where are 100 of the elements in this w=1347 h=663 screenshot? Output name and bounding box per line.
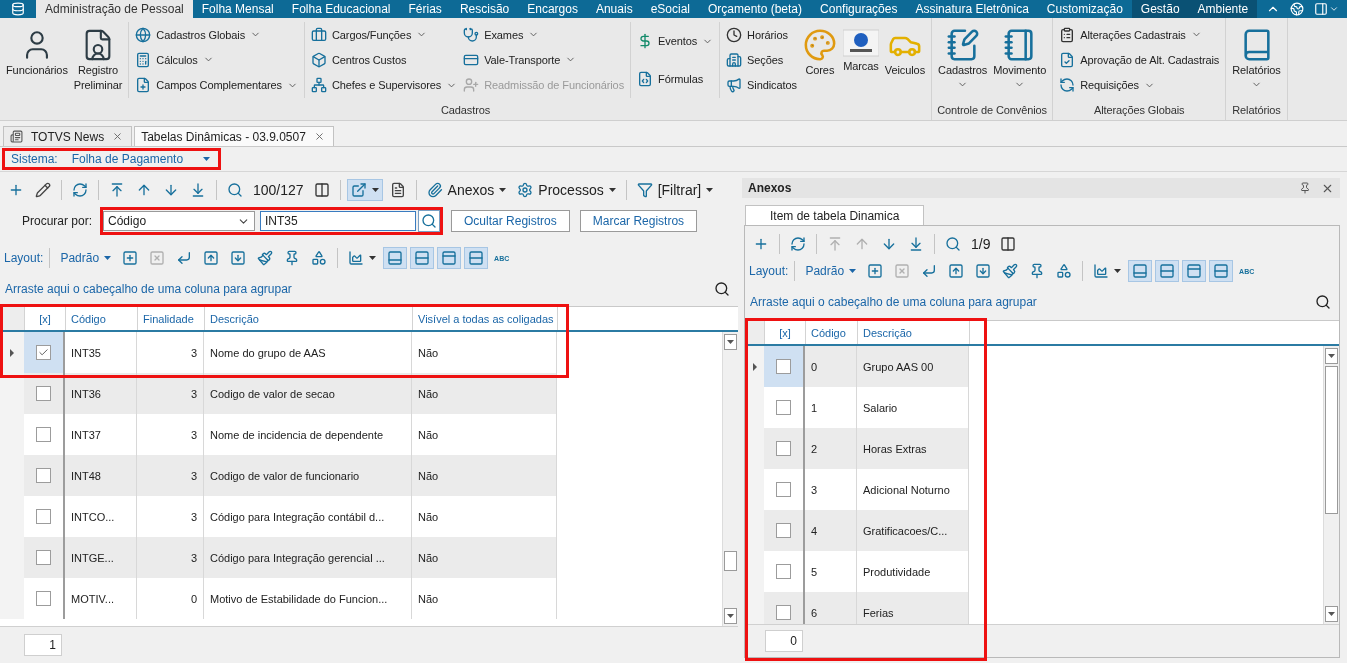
checkbox[interactable] bbox=[776, 359, 791, 374]
system-selector[interactable]: Sistema: Folha de Pagamento bbox=[5, 151, 219, 167]
ribbon-menu-item[interactable]: Cálculos bbox=[135, 49, 298, 71]
caret-icon bbox=[849, 269, 857, 273]
layout-dropdown[interactable]: Padrão bbox=[56, 247, 116, 269]
table-cell: Ferias bbox=[857, 592, 969, 624]
column-header[interactable]: Descrição bbox=[205, 307, 413, 330]
ribbon-button[interactable]: Veiculos bbox=[882, 22, 928, 98]
table-cell: Não bbox=[412, 537, 557, 578]
first-record-icon bbox=[827, 236, 843, 252]
checkbox[interactable] bbox=[36, 345, 51, 360]
scroll-up-button[interactable] bbox=[1325, 348, 1338, 364]
checkbox[interactable] bbox=[776, 523, 791, 538]
ribbon-menu-item[interactable]: Requisições bbox=[1059, 74, 1220, 97]
caret-icon bbox=[706, 188, 714, 192]
checkbox[interactable] bbox=[36, 591, 51, 606]
scroll-down-button[interactable] bbox=[1325, 606, 1338, 622]
menu-tab[interactable]: eSocial bbox=[641, 0, 699, 18]
checkbox[interactable] bbox=[776, 482, 791, 497]
column-header[interactable]: Código bbox=[66, 307, 138, 330]
panel-tab[interactable]: Item de tabela Dinamica bbox=[745, 205, 925, 225]
checkbox[interactable] bbox=[36, 509, 51, 524]
document-tab[interactable]: TOTVS News bbox=[3, 126, 133, 146]
checkbox[interactable] bbox=[36, 427, 51, 442]
menu-tab[interactable]: Folha Educacional bbox=[282, 0, 400, 18]
menu-tab[interactable]: Assinatura Eletrônica bbox=[906, 0, 1038, 18]
ribbon-menu-item[interactable]: Horários bbox=[726, 23, 797, 46]
ribbon-button[interactable]: Movimento bbox=[991, 22, 1049, 98]
menu-tab[interactable]: Ambiente bbox=[1188, 0, 1258, 18]
caret-icon bbox=[727, 614, 734, 618]
pin-icon bbox=[1299, 181, 1311, 194]
checkbox[interactable] bbox=[36, 386, 51, 401]
table-cell: Codigo de valor de secao bbox=[204, 373, 412, 414]
toolbar-button[interactable] bbox=[346, 179, 383, 201]
checkbox[interactable] bbox=[36, 468, 51, 483]
action-button[interactable]: Ocultar Registros bbox=[451, 210, 570, 232]
menu-button[interactable]: Anexos bbox=[422, 179, 511, 201]
checkbox[interactable] bbox=[36, 550, 51, 565]
search-input[interactable]: INT35 bbox=[260, 211, 417, 231]
menu-tab[interactable]: Anuais bbox=[586, 0, 642, 18]
menu-tab[interactable]: Customização bbox=[1037, 0, 1132, 18]
column-header[interactable]: Finalidade bbox=[138, 307, 205, 330]
menu-tab[interactable]: Configurações bbox=[811, 0, 907, 18]
table-cell: Codigo de valor de funcionario bbox=[204, 455, 412, 496]
search-icon bbox=[421, 213, 438, 229]
ribbon-menu-item[interactable]: Campos Complementares bbox=[135, 74, 298, 97]
checkbox[interactable] bbox=[776, 441, 791, 456]
column-header[interactable]: Visível a todas as coligadas bbox=[413, 307, 558, 330]
scroll-thumb[interactable] bbox=[1325, 366, 1338, 514]
search-field-selector[interactable]: Código bbox=[103, 211, 256, 231]
scroll-up-button[interactable] bbox=[724, 334, 737, 350]
menu-tab[interactable]: Orçamento (beta) bbox=[699, 0, 812, 18]
ribbon-menu-item[interactable]: Seções bbox=[726, 49, 797, 71]
column-header[interactable]: Descrição bbox=[858, 321, 970, 344]
ribbon-menu-item[interactable]: Eventos bbox=[637, 30, 714, 52]
column-header[interactable]: [x] bbox=[765, 321, 806, 344]
document-tab[interactable]: Tabelas Dinâmicas - 03.9.0507 bbox=[134, 126, 334, 146]
rows-icon bbox=[1159, 263, 1176, 279]
ribbon-menu-item[interactable]: Sindicatos bbox=[726, 74, 797, 97]
menu-tab[interactable]: Férias bbox=[399, 0, 451, 18]
ribbon-menu-item[interactable]: Cadastros Globais bbox=[135, 23, 298, 46]
layout-dropdown[interactable]: Padrão bbox=[801, 260, 861, 282]
ribbon-button[interactable]: Registro Preliminar bbox=[71, 22, 125, 98]
menu-tab[interactable]: Rescisão bbox=[450, 0, 519, 18]
column-header[interactable]: [x] bbox=[25, 307, 66, 330]
menu-tab[interactable]: Folha Mensal bbox=[192, 0, 283, 18]
ribbon-button[interactable]: Funcionários bbox=[4, 22, 70, 98]
record-counter: 100/127 bbox=[252, 182, 305, 198]
ribbon-button[interactable]: Marcas bbox=[840, 22, 881, 98]
menu-button[interactable]: [Filtrar] bbox=[632, 179, 718, 201]
ribbon-button[interactable]: Cores bbox=[800, 22, 839, 98]
menu-button[interactable]: Processos bbox=[513, 179, 620, 201]
scroll-down-button[interactable] bbox=[724, 608, 737, 624]
menu-tab[interactable]: Administração de Pessoal bbox=[36, 0, 193, 18]
scroll-thumb[interactable] bbox=[724, 551, 737, 572]
checkbox[interactable] bbox=[776, 400, 791, 415]
menu-tab[interactable]: Encargos bbox=[518, 0, 587, 18]
square-down-icon bbox=[230, 250, 247, 266]
plus-icon bbox=[753, 236, 769, 252]
help-button[interactable] bbox=[1290, 2, 1304, 16]
ribbon-menu-item[interactable]: Cargos/Funções bbox=[311, 23, 458, 46]
ribbon-menu-item[interactable]: Fórmulas bbox=[637, 68, 714, 90]
search-label: Procurar por: bbox=[22, 214, 93, 228]
menu-tab[interactable]: Gestão bbox=[1131, 0, 1189, 18]
ribbon-button[interactable]: Cadastros bbox=[936, 22, 990, 98]
column-header[interactable]: Código bbox=[806, 321, 858, 344]
layout-button[interactable] bbox=[1314, 2, 1339, 16]
list-document-icon bbox=[1059, 26, 1076, 43]
ribbon-menu-item[interactable]: Chefes e Supervisores bbox=[311, 74, 458, 97]
ribbon-menu-item[interactable]: Vale-Transporte bbox=[463, 49, 625, 71]
checkbox[interactable] bbox=[776, 564, 791, 579]
ribbon-button[interactable]: Relatórios bbox=[1230, 22, 1283, 98]
ribbon-menu-item[interactable]: Exames bbox=[463, 23, 625, 46]
checkbox[interactable] bbox=[776, 605, 791, 620]
ribbon-menu-item[interactable]: Centros Custos bbox=[311, 49, 458, 71]
action-button[interactable]: Marcar Registros bbox=[579, 210, 698, 232]
palette-icon bbox=[802, 28, 837, 62]
ribbon-menu-item[interactable]: Aprovação de Alt. Cadastrais bbox=[1059, 49, 1220, 71]
ribbon-menu-item[interactable]: Alterações Cadastrais bbox=[1059, 23, 1220, 46]
search-button[interactable] bbox=[418, 210, 441, 232]
